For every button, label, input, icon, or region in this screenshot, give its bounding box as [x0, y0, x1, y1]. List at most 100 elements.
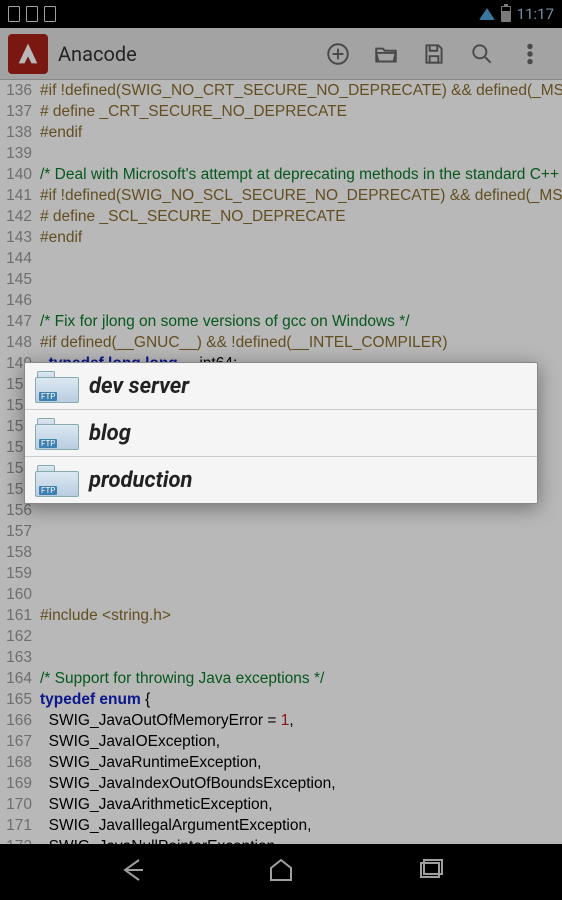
- line-number: 160: [0, 584, 40, 605]
- action-bar: Anacode: [0, 28, 562, 80]
- code-content: #if !defined(SWIG_NO_CRT_SECURE_NO_DEPRE…: [40, 80, 562, 101]
- line-number: 167: [0, 731, 40, 752]
- line-number: 171: [0, 815, 40, 836]
- code-content: #if !defined(SWIG_NO_SCL_SECURE_NO_DEPRE…: [40, 185, 562, 206]
- device-icon: [44, 6, 56, 22]
- code-line[interactable]: 162: [0, 626, 562, 647]
- line-number: 170: [0, 794, 40, 815]
- line-number: 172: [0, 836, 40, 844]
- code-content: #endif: [40, 122, 562, 143]
- code-line[interactable]: 171 SWIG_JavaIllegalArgumentException,: [0, 815, 562, 836]
- line-number: 147: [0, 311, 40, 332]
- line-number: 146: [0, 290, 40, 311]
- code-line[interactable]: 137# define _CRT_SECURE_NO_DEPRECATE: [0, 101, 562, 122]
- recent-apps-button[interactable]: [414, 854, 446, 890]
- status-clock: 11:17: [517, 5, 554, 23]
- code-content: SWIG_JavaNullPointerException,: [40, 836, 562, 844]
- code-content: [40, 248, 562, 269]
- line-number: 169: [0, 773, 40, 794]
- code-line[interactable]: 169 SWIG_JavaIndexOutOfBoundsException,: [0, 773, 562, 794]
- code-line[interactable]: 158: [0, 542, 562, 563]
- line-number: 140: [0, 164, 40, 185]
- code-content: [40, 626, 562, 647]
- code-line[interactable]: 160: [0, 584, 562, 605]
- code-content: /* Deal with Microsoft's attempt at depr…: [40, 164, 562, 185]
- line-number: 138: [0, 122, 40, 143]
- code-content: [40, 290, 562, 311]
- ftp-folder-icon: FTP: [35, 369, 79, 403]
- line-number: 162: [0, 626, 40, 647]
- wifi-icon: [479, 8, 495, 20]
- device-icon: [8, 6, 20, 22]
- code-line[interactable]: 144: [0, 248, 562, 269]
- search-button[interactable]: [458, 30, 506, 78]
- code-line[interactable]: 142# define _SCL_SECURE_NO_DEPRECATE: [0, 206, 562, 227]
- code-content: SWIG_JavaIndexOutOfBoundsException,: [40, 773, 562, 794]
- home-button[interactable]: [265, 854, 297, 890]
- code-line[interactable]: 167 SWIG_JavaIOException,: [0, 731, 562, 752]
- device-icon: [26, 6, 38, 22]
- code-line[interactable]: 166 SWIG_JavaOutOfMemoryError = 1,: [0, 710, 562, 731]
- code-line[interactable]: 140/* Deal with Microsoft's attempt at d…: [0, 164, 562, 185]
- overflow-menu-button[interactable]: [506, 30, 554, 78]
- code-line[interactable]: 141#if !defined(SWIG_NO_SCL_SECURE_NO_DE…: [0, 185, 562, 206]
- line-number: 141: [0, 185, 40, 206]
- ftp-server-label: blog: [89, 421, 131, 446]
- code-line[interactable]: 147/* Fix for jlong on some versions of …: [0, 311, 562, 332]
- ftp-server-item[interactable]: FTP dev server: [25, 363, 537, 410]
- line-number: 142: [0, 206, 40, 227]
- line-number: 136: [0, 80, 40, 101]
- line-number: 158: [0, 542, 40, 563]
- code-content: [40, 647, 562, 668]
- code-line[interactable]: 164/* Support for throwing Java exceptio…: [0, 668, 562, 689]
- navigation-bar: [0, 844, 562, 900]
- code-content: SWIG_JavaIllegalArgumentException,: [40, 815, 562, 836]
- code-content: #endif: [40, 227, 562, 248]
- code-line[interactable]: 157: [0, 521, 562, 542]
- line-number: 161: [0, 605, 40, 626]
- ftp-server-label: production: [89, 468, 192, 493]
- code-content: #if defined(__GNUC__) && !defined(__INTE…: [40, 332, 562, 353]
- code-line[interactable]: 145: [0, 269, 562, 290]
- code-content: /* Support for throwing Java exceptions …: [40, 668, 562, 689]
- code-content: [40, 521, 562, 542]
- code-content: SWIG_JavaArithmeticException,: [40, 794, 562, 815]
- ftp-server-label: dev server: [89, 374, 189, 399]
- code-content: # define _SCL_SECURE_NO_DEPRECATE: [40, 206, 562, 227]
- code-line[interactable]: 139: [0, 143, 562, 164]
- app-icon[interactable]: [8, 34, 48, 74]
- save-button[interactable]: [410, 30, 458, 78]
- open-folder-button[interactable]: [362, 30, 410, 78]
- code-line[interactable]: 148#if defined(__GNUC__) && !defined(__I…: [0, 332, 562, 353]
- code-content: [40, 143, 562, 164]
- back-button[interactable]: [117, 854, 149, 890]
- code-line[interactable]: 165typedef enum {: [0, 689, 562, 710]
- code-line[interactable]: 136#if !defined(SWIG_NO_CRT_SECURE_NO_DE…: [0, 80, 562, 101]
- code-line[interactable]: 168 SWIG_JavaRuntimeException,: [0, 752, 562, 773]
- ftp-server-item[interactable]: FTP blog: [25, 410, 537, 457]
- line-number: 137: [0, 101, 40, 122]
- code-content: SWIG_JavaRuntimeException,: [40, 752, 562, 773]
- line-number: 143: [0, 227, 40, 248]
- line-number: 163: [0, 647, 40, 668]
- code-line[interactable]: 143#endif: [0, 227, 562, 248]
- code-line[interactable]: 146: [0, 290, 562, 311]
- ftp-server-dialog: FTP dev server FTP blog FTPproduction: [24, 362, 538, 504]
- add-button[interactable]: [314, 30, 362, 78]
- code-line[interactable]: 161#include <string.h>: [0, 605, 562, 626]
- code-content: [40, 542, 562, 563]
- code-content: [40, 563, 562, 584]
- code-content: typedef enum {: [40, 689, 562, 710]
- code-line[interactable]: 159: [0, 563, 562, 584]
- code-content: /* Fix for jlong on some versions of gcc…: [40, 311, 562, 332]
- code-line[interactable]: 170 SWIG_JavaArithmeticException,: [0, 794, 562, 815]
- code-line[interactable]: 172 SWIG_JavaNullPointerException,: [0, 836, 562, 844]
- line-number: 166: [0, 710, 40, 731]
- ftp-server-item[interactable]: FTPproduction: [25, 457, 537, 503]
- code-line[interactable]: 163: [0, 647, 562, 668]
- line-number: 145: [0, 269, 40, 290]
- line-number: 164: [0, 668, 40, 689]
- line-number: 168: [0, 752, 40, 773]
- ftp-folder-icon: FTP: [35, 416, 79, 450]
- code-line[interactable]: 138#endif: [0, 122, 562, 143]
